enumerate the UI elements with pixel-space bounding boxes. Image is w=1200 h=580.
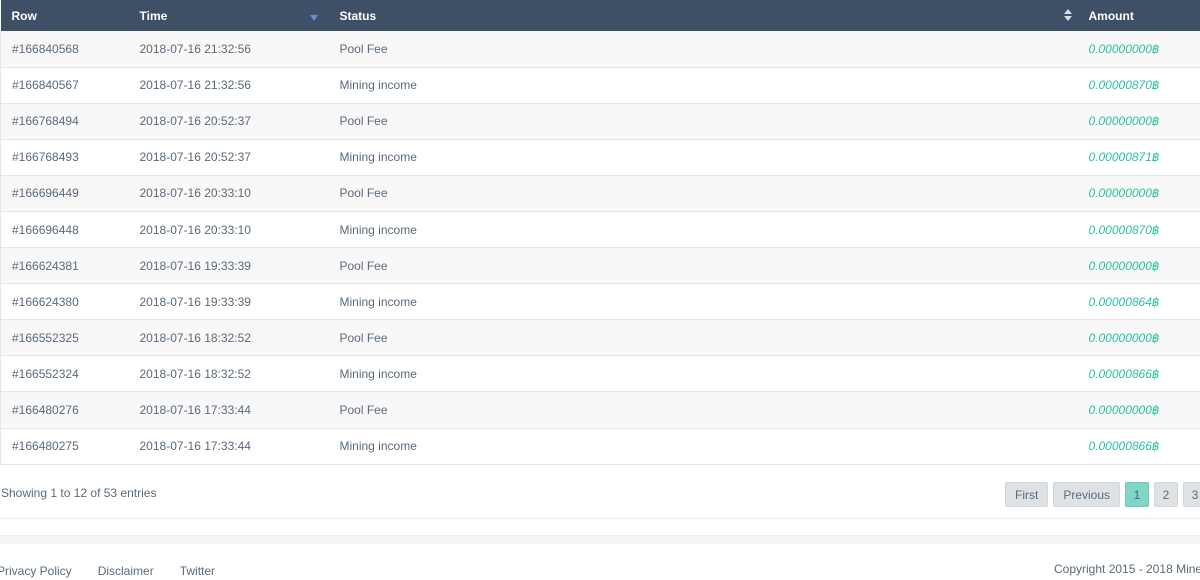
disclaimer-link[interactable]: Disclaimer [98, 564, 154, 578]
cell-row: #166696449 [0, 175, 129, 212]
cell-row: #166480276 [0, 391, 129, 429]
cell-time: 2018-07-16 18:32:52 [139, 330, 251, 345]
cell-time: 2018-07-16 21:32:56 [139, 41, 251, 56]
first-page-button[interactable]: First [1005, 482, 1049, 507]
table-row: #166480275 2018-07-16 17:33:44 Mining inco… [0, 428, 1200, 465]
cell-status: Pool Fee [339, 402, 388, 417]
table-row: #166552325 2018-07-16 18:32:52 Pool Fee 0.0… [0, 319, 1200, 356]
cell-status: Mining income [339, 294, 417, 309]
cell-amount: 0.00000000฿ [1088, 258, 1160, 273]
cell-amount: 0.00000870฿ [1088, 78, 1160, 93]
sort-both-icon[interactable] [1063, 9, 1072, 22]
transactions-table-wrapper: Row Time Status Amount #166840568 2018-07… [0, 0, 1200, 465]
cell-row: #166768493 [0, 139, 129, 176]
cell-time: 2018-07-16 20:33:10 [139, 222, 251, 237]
cell-time: 2018-07-16 19:33:39 [139, 258, 251, 273]
cell-time: 2018-07-16 20:33:10 [139, 186, 251, 201]
table-row: #166696448 2018-07-16 20:33:10 Mining inco… [0, 211, 1200, 248]
cell-time: 2018-07-16 21:32:56 [139, 78, 251, 93]
cell-status: Mining income [339, 222, 417, 237]
cell-status: Mining income [339, 78, 417, 93]
table-row: #166624381 2018-07-16 19:33:39 Pool Fee 0.0… [0, 247, 1200, 284]
pagination: First Previous 1 2 3 [1005, 482, 1200, 507]
cell-amount: 0.00000866฿ [1088, 366, 1160, 381]
table-header-row: Row Time Status Amount [0, 0, 1200, 31]
footer-links: Privacy Policy Disclaimer Twitter [0, 564, 241, 578]
cell-amount: 0.00000000฿ [1088, 330, 1160, 345]
section-divider [0, 518, 1200, 519]
cell-row: #166696448 [0, 211, 129, 248]
transactions-table: Row Time Status Amount #166840568 2018-07… [0, 0, 1200, 465]
page-1-button[interactable]: 1 [1125, 482, 1150, 507]
cell-row: #166480275 [0, 428, 129, 465]
header-time[interactable]: Time [129, 0, 329, 31]
cell-status: Mining income [339, 150, 417, 165]
cell-row: #166552324 [0, 355, 129, 392]
header-status-label: Status [339, 8, 377, 23]
cell-row: #166840567 [0, 67, 129, 104]
table-row: #166768494 2018-07-16 20:52:37 Pool Fee 0.0… [0, 103, 1200, 140]
header-time-label: Time [139, 8, 168, 23]
cell-amount: 0.00000871฿ [1088, 150, 1160, 165]
cell-time: 2018-07-16 17:33:44 [139, 439, 251, 454]
cell-amount: 0.00000000฿ [1088, 41, 1160, 56]
cell-amount: 0.00000000฿ [1088, 114, 1160, 129]
cell-time: 2018-07-16 19:33:39 [139, 294, 251, 309]
cell-time: 2018-07-16 18:32:52 [139, 366, 251, 381]
cell-status: Pool Fee [339, 41, 388, 56]
cell-status: Pool Fee [339, 258, 388, 273]
sort-desc-icon[interactable] [309, 15, 318, 21]
cell-status: Mining income [339, 366, 417, 381]
cell-row: #166624380 [0, 283, 129, 320]
table-row: #166480276 2018-07-16 17:33:44 Pool Fee 0.0… [0, 391, 1200, 429]
table-row: #166840568 2018-07-16 21:32:56 Pool Fee 0.0… [0, 31, 1200, 68]
table-row: #166696449 2018-07-16 20:33:10 Pool Fee 0.0… [0, 175, 1200, 212]
table-row: #166840567 2018-07-16 21:32:56 Mining inco… [0, 67, 1200, 104]
cell-time: 2018-07-16 20:52:37 [139, 114, 251, 129]
copyright-text: Copyright 2015 - 2018 Minerl [1054, 562, 1200, 576]
page-2-button[interactable]: 2 [1154, 482, 1179, 507]
cell-row: #166768494 [0, 103, 129, 140]
twitter-link[interactable]: Twitter [180, 564, 215, 578]
cell-status: Mining income [339, 439, 417, 454]
header-status[interactable]: Status [329, 0, 1078, 31]
cell-status: Pool Fee [339, 186, 388, 201]
header-row[interactable]: Row [1, 0, 129, 31]
page-3-button[interactable]: 3 [1183, 482, 1200, 507]
table-row: #166552324 2018-07-16 18:32:52 Mining inco… [0, 355, 1200, 392]
table-row: #166768493 2018-07-16 20:52:37 Mining inco… [0, 139, 1200, 176]
table-row: #166624380 2018-07-16 19:33:39 Mining inco… [0, 283, 1200, 320]
cell-amount: 0.00000000฿ [1088, 186, 1160, 201]
cell-amount: 0.00000000฿ [1088, 402, 1160, 417]
cell-time: 2018-07-16 17:33:44 [139, 402, 251, 417]
cell-amount: 0.00000866฿ [1088, 439, 1160, 454]
cell-row: #166840568 [0, 31, 129, 68]
privacy-policy-link[interactable]: Privacy Policy [0, 564, 72, 578]
previous-page-button[interactable]: Previous [1053, 482, 1121, 507]
footer-band [0, 535, 1200, 544]
table-info: Showing 1 to 12 of 53 entries [1, 486, 157, 500]
cell-time: 2018-07-16 20:52:37 [139, 150, 251, 165]
cell-amount: 0.00000864฿ [1088, 294, 1160, 309]
cell-row: #166552325 [0, 319, 129, 356]
cell-status: Pool Fee [339, 114, 388, 129]
cell-amount: 0.00000870฿ [1088, 222, 1160, 237]
cell-status: Pool Fee [339, 330, 388, 345]
cell-row: #166624381 [0, 247, 129, 284]
header-amount[interactable]: Amount [1078, 0, 1200, 31]
